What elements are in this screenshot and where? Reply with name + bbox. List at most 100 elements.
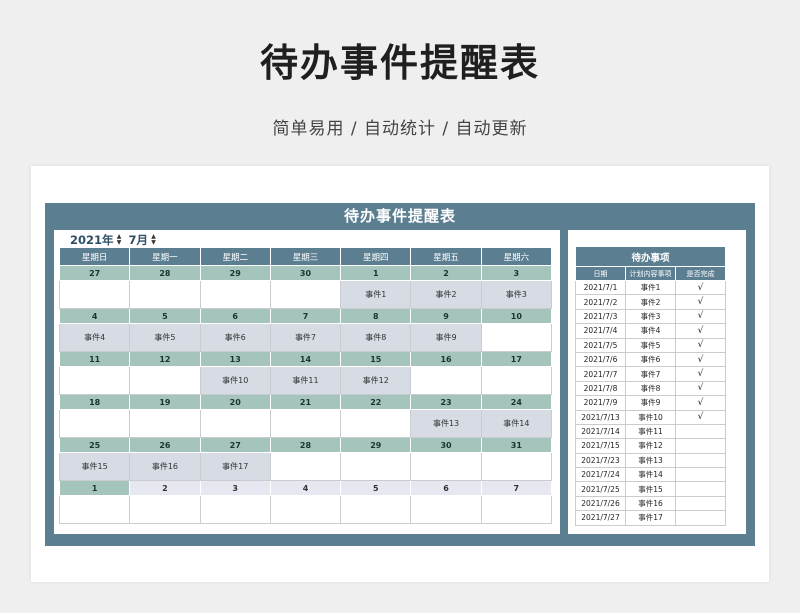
event-cell[interactable] xyxy=(58,409,131,438)
event-cell[interactable] xyxy=(199,495,271,524)
todo-date-cell[interactable]: 2021/7/27 xyxy=(575,510,626,526)
date-cell[interactable]: 12 xyxy=(129,351,201,367)
event-cell[interactable] xyxy=(129,495,201,524)
date-cell[interactable]: 28 xyxy=(129,265,201,281)
event-cell[interactable]: 事件7 xyxy=(269,323,342,352)
todo-done-cell[interactable] xyxy=(675,495,726,512)
date-cell[interactable]: 4 xyxy=(269,480,342,496)
date-cell[interactable]: 2 xyxy=(410,265,482,281)
todo-item-cell[interactable]: 事件3 xyxy=(625,308,676,325)
date-cell[interactable]: 16 xyxy=(410,351,482,367)
event-cell[interactable]: 事件11 xyxy=(269,366,342,395)
todo-done-cell[interactable]: √ xyxy=(675,366,726,382)
todo-item-cell[interactable]: 事件17 xyxy=(625,510,676,526)
date-cell[interactable]: 19 xyxy=(129,394,201,410)
event-cell[interactable] xyxy=(58,495,131,524)
todo-date-cell[interactable]: 2021/7/7 xyxy=(575,366,626,382)
todo-date-cell[interactable]: 2021/7/9 xyxy=(575,395,626,411)
todo-date-cell[interactable]: 2021/7/14 xyxy=(575,423,626,440)
event-cell[interactable]: 事件14 xyxy=(480,409,553,438)
todo-item-cell[interactable]: 事件13 xyxy=(625,452,676,469)
todo-done-cell[interactable] xyxy=(675,467,726,483)
todo-item-cell[interactable]: 事件4 xyxy=(625,323,676,339)
todo-date-cell[interactable]: 2021/7/1 xyxy=(575,279,626,296)
todo-item-cell[interactable]: 事件11 xyxy=(625,423,676,440)
date-cell[interactable]: 21 xyxy=(269,394,342,410)
spin-down-icon[interactable]: ▼ xyxy=(116,240,123,246)
month-spinner[interactable]: ▲ ▼ xyxy=(150,234,157,246)
date-cell[interactable]: 7 xyxy=(269,308,342,324)
event-cell[interactable] xyxy=(269,495,342,524)
date-cell[interactable]: 30 xyxy=(410,437,482,453)
todo-date-cell[interactable]: 2021/7/13 xyxy=(575,409,626,425)
date-cell[interactable]: 15 xyxy=(340,351,412,367)
date-cell[interactable]: 3 xyxy=(480,265,553,281)
date-cell[interactable]: 26 xyxy=(129,437,201,453)
todo-done-cell[interactable] xyxy=(675,438,726,454)
date-cell[interactable]: 6 xyxy=(410,480,482,496)
date-cell[interactable]: 5 xyxy=(340,480,412,496)
todo-item-cell[interactable]: 事件10 xyxy=(625,409,676,425)
date-cell[interactable]: 13 xyxy=(199,351,271,367)
todo-date-cell[interactable]: 2021/7/25 xyxy=(575,481,626,497)
event-cell[interactable]: 事件3 xyxy=(480,280,553,309)
event-cell[interactable]: 事件13 xyxy=(410,409,482,438)
todo-done-cell[interactable]: √ xyxy=(675,409,726,425)
event-cell[interactable] xyxy=(129,280,201,309)
event-cell[interactable]: 事件1 xyxy=(340,280,412,309)
todo-date-cell[interactable]: 2021/7/8 xyxy=(575,380,626,397)
event-cell[interactable] xyxy=(58,280,131,309)
todo-done-cell[interactable]: √ xyxy=(675,395,726,411)
event-cell[interactable] xyxy=(58,366,131,395)
date-cell[interactable]: 27 xyxy=(199,437,271,453)
todo-date-cell[interactable]: 2021/7/26 xyxy=(575,495,626,512)
todo-done-cell[interactable]: √ xyxy=(675,323,726,339)
event-cell[interactable] xyxy=(410,366,482,395)
event-cell[interactable] xyxy=(340,452,412,481)
date-cell[interactable]: 22 xyxy=(340,394,412,410)
event-cell[interactable] xyxy=(480,323,553,352)
todo-item-cell[interactable]: 事件2 xyxy=(625,294,676,310)
event-cell[interactable] xyxy=(480,495,553,524)
event-cell[interactable]: 事件9 xyxy=(410,323,482,352)
event-cell[interactable] xyxy=(199,280,271,309)
todo-date-cell[interactable]: 2021/7/4 xyxy=(575,323,626,339)
todo-date-cell[interactable]: 2021/7/23 xyxy=(575,452,626,469)
todo-date-cell[interactable]: 2021/7/3 xyxy=(575,308,626,325)
event-cell[interactable]: 事件4 xyxy=(58,323,131,352)
todo-done-cell[interactable]: √ xyxy=(675,279,726,296)
year-spinner[interactable]: ▲ ▼ xyxy=(116,234,123,246)
date-cell[interactable]: 18 xyxy=(58,394,131,410)
spin-down-icon[interactable]: ▼ xyxy=(150,240,157,246)
todo-item-cell[interactable]: 事件15 xyxy=(625,481,676,497)
date-cell[interactable]: 20 xyxy=(199,394,271,410)
date-cell[interactable]: 25 xyxy=(58,437,131,453)
todo-item-cell[interactable]: 事件8 xyxy=(625,380,676,397)
event-cell[interactable] xyxy=(410,452,482,481)
todo-date-cell[interactable]: 2021/7/6 xyxy=(575,351,626,368)
date-cell[interactable]: 9 xyxy=(410,308,482,324)
event-cell[interactable] xyxy=(480,366,553,395)
event-cell[interactable]: 事件16 xyxy=(129,452,201,481)
todo-item-cell[interactable]: 事件5 xyxy=(625,337,676,353)
todo-done-cell[interactable] xyxy=(675,510,726,526)
todo-done-cell[interactable]: √ xyxy=(675,337,726,353)
date-cell[interactable]: 10 xyxy=(480,308,553,324)
date-cell[interactable]: 29 xyxy=(340,437,412,453)
todo-done-cell[interactable]: √ xyxy=(675,351,726,368)
date-cell[interactable]: 4 xyxy=(58,308,131,324)
todo-done-cell[interactable] xyxy=(675,481,726,497)
date-cell[interactable]: 24 xyxy=(480,394,553,410)
date-cell[interactable]: 7 xyxy=(480,480,553,496)
date-cell[interactable]: 29 xyxy=(199,265,271,281)
event-cell[interactable]: 事件2 xyxy=(410,280,482,309)
todo-date-cell[interactable]: 2021/7/2 xyxy=(575,294,626,310)
date-cell[interactable]: 11 xyxy=(58,351,131,367)
date-cell[interactable]: 31 xyxy=(480,437,553,453)
date-cell[interactable]: 6 xyxy=(199,308,271,324)
event-cell[interactable]: 事件15 xyxy=(58,452,131,481)
date-cell[interactable]: 2 xyxy=(129,480,201,496)
event-cell[interactable] xyxy=(269,452,342,481)
todo-date-cell[interactable]: 2021/7/5 xyxy=(575,337,626,353)
event-cell[interactable]: 事件8 xyxy=(340,323,412,352)
